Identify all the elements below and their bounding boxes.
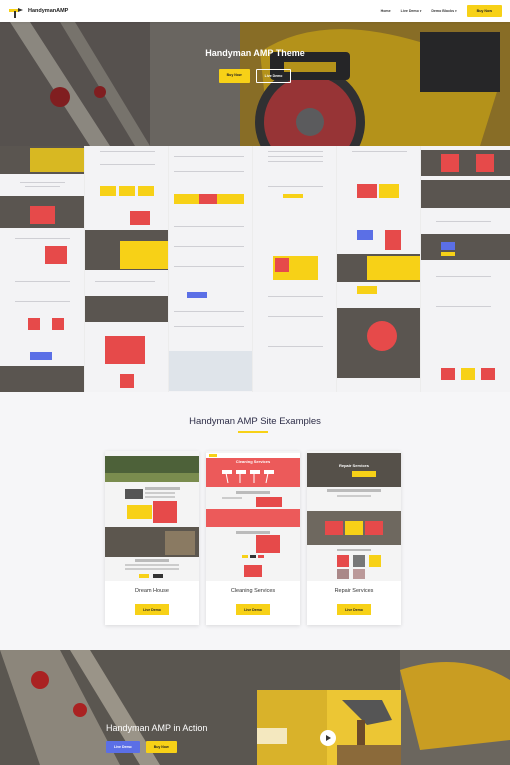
hero-buttons: Buy Now Live Demo	[0, 69, 510, 83]
play-icon[interactable]	[320, 730, 336, 746]
example-preview-image[interactable]	[307, 451, 401, 581]
action-buttons: Live Demo Buy Now	[106, 741, 177, 753]
hero-live-demo-button[interactable]: Live Demo	[255, 69, 292, 83]
video-thumbnail[interactable]	[257, 690, 401, 765]
example-card-title: Repair Services	[334, 588, 374, 594]
hero-section	[0, 22, 510, 146]
repair-banner-text: Repair Services	[338, 463, 370, 468]
nav-live-demo-label: Live Demo	[400, 9, 419, 13]
nav-live-demo[interactable]: Live Demo ▾	[401, 9, 422, 13]
action-title: Handyman AMP in Action	[106, 723, 208, 733]
example-preview-image[interactable]	[105, 451, 199, 581]
brand-logo[interactable]: HandymanAMP	[8, 5, 69, 18]
examples-title: Handyman AMP Site Examples	[189, 416, 321, 427]
preview-column-2	[85, 146, 169, 392]
preview-column-3	[169, 146, 253, 392]
preview-column-4	[253, 146, 337, 392]
action-buy-button[interactable]: Buy Now	[145, 741, 177, 753]
nav-demo-blocks-label: Demo Blocks	[431, 9, 455, 13]
theme-preview-collage	[0, 146, 510, 392]
examples-title-underline	[238, 431, 268, 433]
example-live-demo-button[interactable]: Live Demo	[337, 604, 371, 615]
action-section	[0, 650, 510, 765]
action-background-image	[0, 650, 510, 765]
example-card-title: Dream House	[135, 588, 169, 594]
example-live-demo-button[interactable]: Live Demo	[135, 604, 169, 615]
example-live-demo-button[interactable]: Live Demo	[236, 604, 270, 615]
chevron-down-icon: ▾	[455, 9, 457, 13]
example-card-cleaning-services: Cleaning Services Live Demo	[206, 451, 300, 625]
action-live-demo-button[interactable]: Live Demo	[106, 741, 140, 753]
hero-title: Handyman AMP Theme	[205, 48, 305, 58]
brand-name: HandymanAMP	[28, 8, 69, 14]
preview-column-1	[0, 146, 85, 392]
nav-buy-button[interactable]: Buy Now	[466, 5, 502, 17]
top-nav: HandymanAMP Home Live Demo ▾ Demo Blocks…	[0, 0, 510, 22]
hammer-logo-icon	[8, 5, 24, 18]
example-card-title: Cleaning Services	[230, 588, 276, 594]
preview-column-5	[337, 146, 421, 392]
example-preview-image[interactable]	[206, 451, 300, 581]
chevron-down-icon: ▾	[419, 9, 422, 13]
hero-buy-button[interactable]: Buy Now	[218, 69, 250, 83]
hero-overlay	[0, 22, 510, 146]
cleaning-banner-text: Cleaning Services	[235, 459, 271, 464]
example-card-dream-house: Dream House Live Demo	[105, 451, 199, 625]
nav-menu: Home Live Demo ▾ Demo Blocks ▾ Buy Now	[381, 5, 502, 17]
nav-home-label: Home	[380, 9, 391, 13]
example-card-repair-services: Repair Services Live Demo	[307, 451, 401, 625]
nav-home[interactable]: Home	[381, 9, 391, 13]
nav-demo-blocks[interactable]: Demo Blocks ▾	[431, 9, 456, 13]
preview-column-6	[421, 146, 510, 392]
